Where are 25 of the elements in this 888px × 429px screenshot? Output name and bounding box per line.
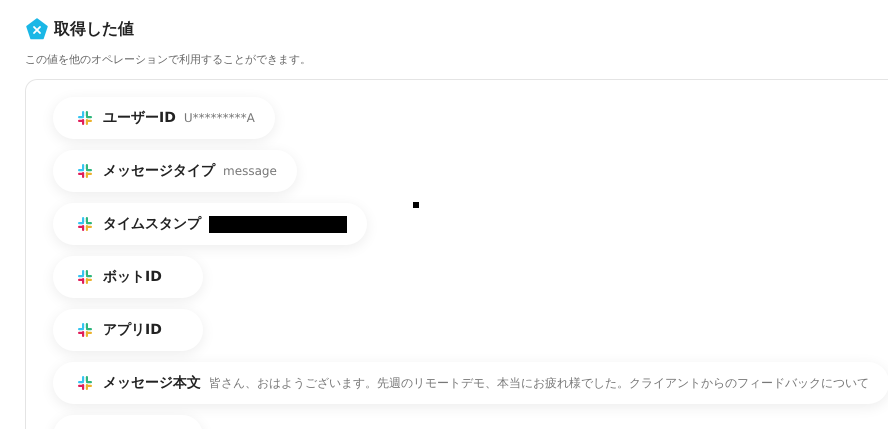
field-label: メッセージ本文 [103,374,201,392]
field-value: 皆さん、おはようございます。先週のリモートデモ、本当にお疲れ様でした。クライアントからのフィードバックについて [209,374,869,392]
value-chip[interactable]: メッセージタイプ message [53,150,297,192]
slack-logo-icon [77,375,93,391]
field-label: アプリID [103,321,162,339]
field-label: ユーザーID [103,109,176,127]
value-chip[interactable]: タイムスタンプ [53,203,367,245]
section-title: 取得した値 [54,18,134,40]
value-chip[interactable]: メッセージ本文 皆さん、おはようございます。先週のリモートデモ、本当にお疲れ様でした。クライアントからのフィードバックについて [53,362,888,404]
section-description: この値を他のオペレーションで利用することができます。 [25,52,312,67]
field-value: message [223,164,277,178]
slack-logo-icon [77,163,93,179]
slack-logo-icon [77,269,93,285]
value-chip[interactable]: アプリID [53,309,203,351]
field-value: U*********A [184,111,255,125]
field-label: メッセージタイプ [103,162,215,180]
field-label: タイムスタンプ [103,215,201,233]
square-mark [413,202,419,208]
slack-logo-icon [77,216,93,232]
slack-logo-icon [77,322,93,338]
value-chip[interactable]: ボットID [53,256,203,298]
x-badge-icon [26,18,48,40]
slack-logo-icon [77,110,93,126]
field-label: ボットID [103,268,162,286]
value-chip[interactable]: ユーザーID U*********A [53,97,275,139]
